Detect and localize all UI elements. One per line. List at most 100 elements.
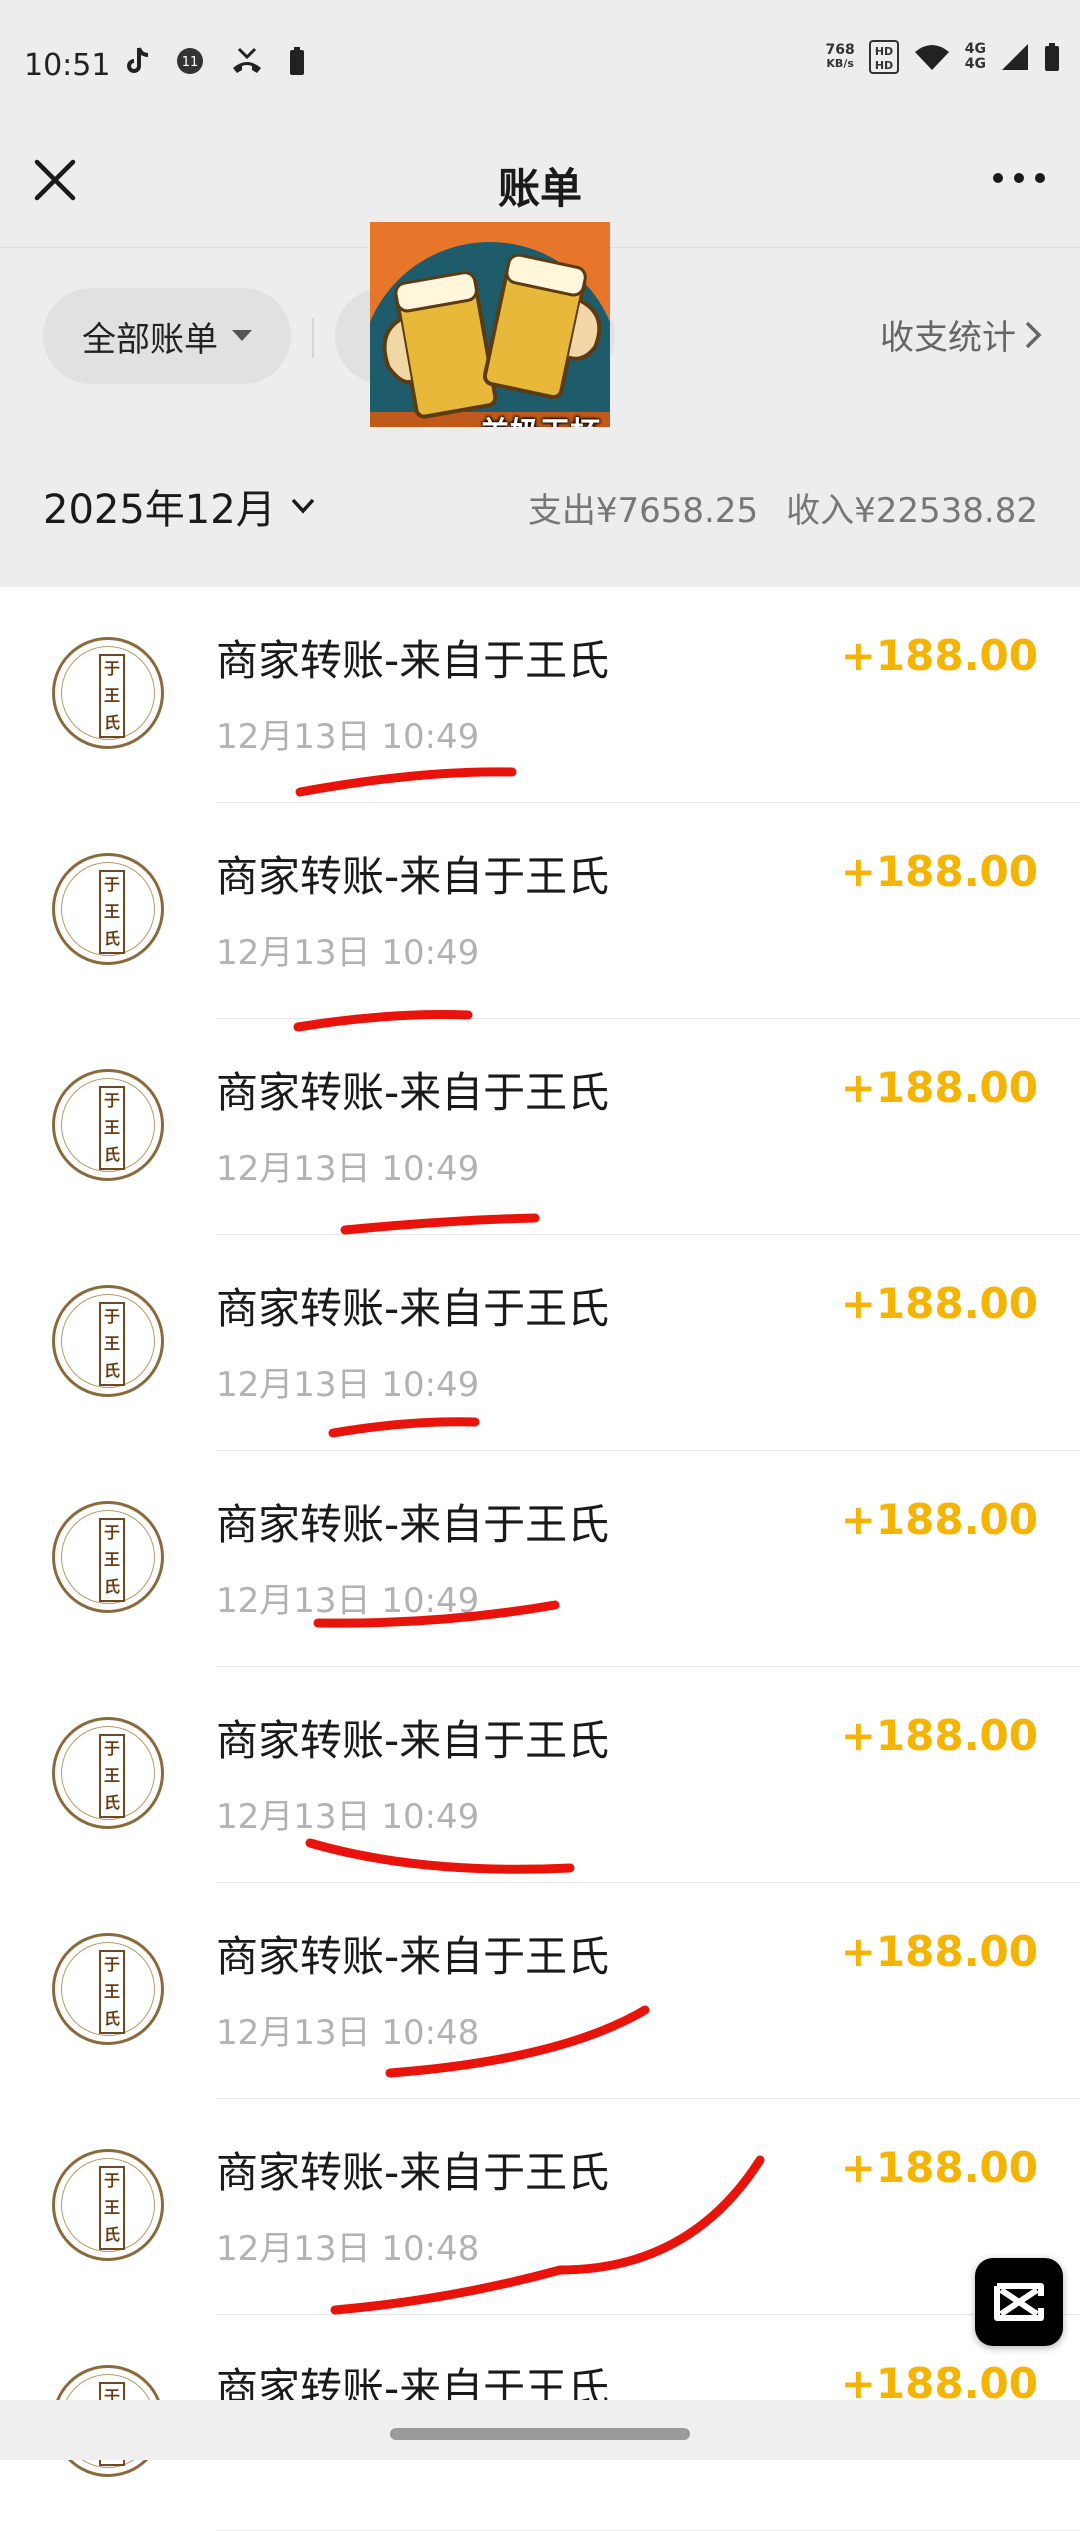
capcut-icon	[994, 2283, 1044, 2321]
avatar-seal: 于王氏	[99, 870, 125, 954]
expense-total: 支出¥7658.25	[527, 491, 759, 531]
transaction-title: 商家转账-来自于王氏	[216, 1068, 610, 1117]
chevron-right-icon	[1025, 321, 1042, 348]
status-left-icons: 11	[125, 46, 305, 76]
svg-text:11: 11	[182, 55, 199, 70]
transaction-amount: +188.00	[840, 1495, 1038, 1544]
seal-char: 王	[103, 1981, 120, 2001]
month-summary-bar: 2025年12月 支出¥7658.25 收入¥22538.82	[0, 427, 1080, 587]
stats-label: 收支统计	[880, 318, 1016, 358]
transaction-time: 12月13日 10:49	[216, 1149, 480, 1189]
merchant-avatar: 于王氏	[52, 1069, 164, 1181]
svg-text:HD: HD	[875, 45, 893, 58]
transaction-time: 12月13日 10:48	[216, 2013, 480, 2053]
seal-char: 氏	[103, 1360, 120, 1380]
transaction-row[interactable]: 于王氏 商家转账-来自于王氏 12月13日 10:49 +188.00	[0, 803, 1080, 1019]
seal-char: 氏	[103, 1144, 120, 1164]
network-type: 4G 4G	[965, 42, 986, 72]
seal-char: 氏	[103, 1792, 120, 1812]
transaction-time: 12月13日 10:49	[216, 717, 480, 757]
seal-char: 于	[103, 875, 120, 895]
seal-char: 王	[103, 1549, 120, 1569]
seal-char: 王	[103, 1333, 120, 1353]
home-handle[interactable]	[390, 2428, 690, 2440]
transaction-time: 12月13日 10:49	[216, 1365, 480, 1405]
transaction-time: 12月13日 10:48	[216, 2229, 480, 2269]
transaction-title: 商家转账-来自于王氏	[216, 1284, 610, 1333]
merchant-avatar: 于王氏	[52, 853, 164, 965]
merchant-avatar: 于王氏	[52, 1501, 164, 1613]
transaction-title: 商家转账-来自于王氏	[216, 1500, 610, 1549]
page-title: 账单	[497, 164, 582, 213]
seal-char: 王	[103, 685, 120, 705]
merchant-avatar: 于王氏	[52, 1717, 164, 1829]
filter-divider	[312, 318, 314, 358]
seal-char: 于	[103, 1955, 120, 1975]
transaction-row[interactable]: 于王氏 商家转账-来自于王氏 12月13日 10:49 +188.00	[0, 1019, 1080, 1235]
capcut-floating-button[interactable]	[975, 2258, 1063, 2346]
month-totals: 支出¥7658.25 收入¥22538.82	[528, 483, 1038, 532]
beer-toast-sticker: 羊奶干杯	[370, 222, 610, 462]
seal-char: 王	[103, 2197, 120, 2217]
status-bar: 10:51 11 768 KB/s HD HD 4G 4G	[0, 0, 1080, 135]
hd-icon: HDHD	[868, 40, 899, 74]
seal-char: 氏	[103, 2008, 120, 2028]
transaction-title: 商家转账-来自于王氏	[216, 2148, 610, 2197]
month-selector[interactable]: 2025年12月	[43, 477, 316, 535]
avatar-seal: 于王氏	[99, 1518, 125, 1602]
seal-char: 于	[103, 1523, 120, 1543]
seal-char: 王	[103, 901, 120, 921]
transaction-row[interactable]: 于王氏 商家转账-来自于王氏 12月13日 10:49 +188.00	[0, 587, 1080, 803]
transaction-row[interactable]: 于王氏 商家转账-来自于王氏 12月13日 10:49 +188.00	[0, 1451, 1080, 1667]
avatar-seal: 于王氏	[99, 1302, 125, 1386]
merchant-avatar: 于王氏	[52, 637, 164, 749]
transaction-row[interactable]: 于王氏 商家转账-来自于王氏 12月13日 10:49 +188.00	[0, 1667, 1080, 1883]
merchant-avatar: 于王氏	[52, 2149, 164, 2261]
tiktok-icon	[127, 47, 149, 73]
transaction-row[interactable]: 于王氏 商家转账-来自于王氏 12月13日 10:48 +188.00	[0, 2099, 1080, 2315]
transaction-time: 12月13日 10:49	[216, 1581, 480, 1621]
stats-link[interactable]: 收支统计	[880, 310, 1042, 359]
transaction-time: 12月13日 10:49	[216, 1797, 480, 1837]
network-speed-value: 768	[825, 42, 855, 58]
seal-char: 于	[103, 2171, 120, 2191]
network-speed: 768 KB/s	[826, 43, 855, 71]
transaction-title: 商家转账-来自于王氏	[216, 852, 610, 901]
transaction-list: 于王氏商家转账-来自于王氏 12月13日 10:49 +188.00 于王氏商家转账-…	[0, 587, 1080, 2531]
wifi-icon	[914, 45, 949, 70]
seal-char: 氏	[103, 2224, 120, 2244]
seal-char: 氏	[103, 1576, 120, 1596]
transaction-title: 商家转账-来自于王氏	[216, 1932, 610, 1981]
more-dots-icon	[993, 173, 1045, 183]
transaction-amount: +188.00	[840, 1063, 1038, 1112]
seal-char: 于	[103, 1739, 120, 1759]
all-bills-filter[interactable]: 全部账单	[43, 288, 291, 384]
transaction-row[interactable]: 于王氏 商家转账-来自于王氏 12月13日 10:49 +188.00	[0, 1235, 1080, 1451]
avatar-seal: 于王氏	[99, 2166, 125, 2250]
transaction-amount: +188.00	[840, 2143, 1038, 2192]
seal-char: 于	[103, 659, 120, 679]
svg-text:HD: HD	[875, 59, 893, 72]
seal-char: 于	[103, 1091, 120, 1111]
seal-char: 王	[103, 1117, 120, 1137]
seal-char: 氏	[103, 928, 120, 948]
transaction-amount: +188.00	[840, 631, 1038, 680]
battery-small-icon	[290, 47, 304, 75]
status-time: 10:51	[24, 48, 111, 83]
transaction-time: 12月13日 10:49	[216, 933, 480, 973]
seal-char: 王	[103, 1765, 120, 1785]
merchant-avatar: 于王氏	[52, 1933, 164, 2045]
month-label: 2025年12月	[43, 487, 276, 533]
seal-char: 于	[103, 1307, 120, 1327]
battery-icon	[1045, 43, 1059, 71]
network-label-1: 4G	[964, 41, 986, 57]
chevron-down-icon	[291, 498, 314, 514]
transaction-title: 商家转账-来自于王氏	[216, 636, 610, 685]
avatar-seal: 于王氏	[99, 1086, 125, 1170]
signal-icon	[1002, 44, 1028, 70]
transaction-row[interactable]: 于王氏 商家转账-来自于王氏 12月13日 10:48 +188.00	[0, 1883, 1080, 2099]
more-button[interactable]	[984, 153, 1054, 203]
avatar-seal: 于王氏	[99, 654, 125, 738]
transaction-amount: +188.00	[840, 1927, 1038, 1976]
missed-call-icon	[233, 47, 261, 73]
